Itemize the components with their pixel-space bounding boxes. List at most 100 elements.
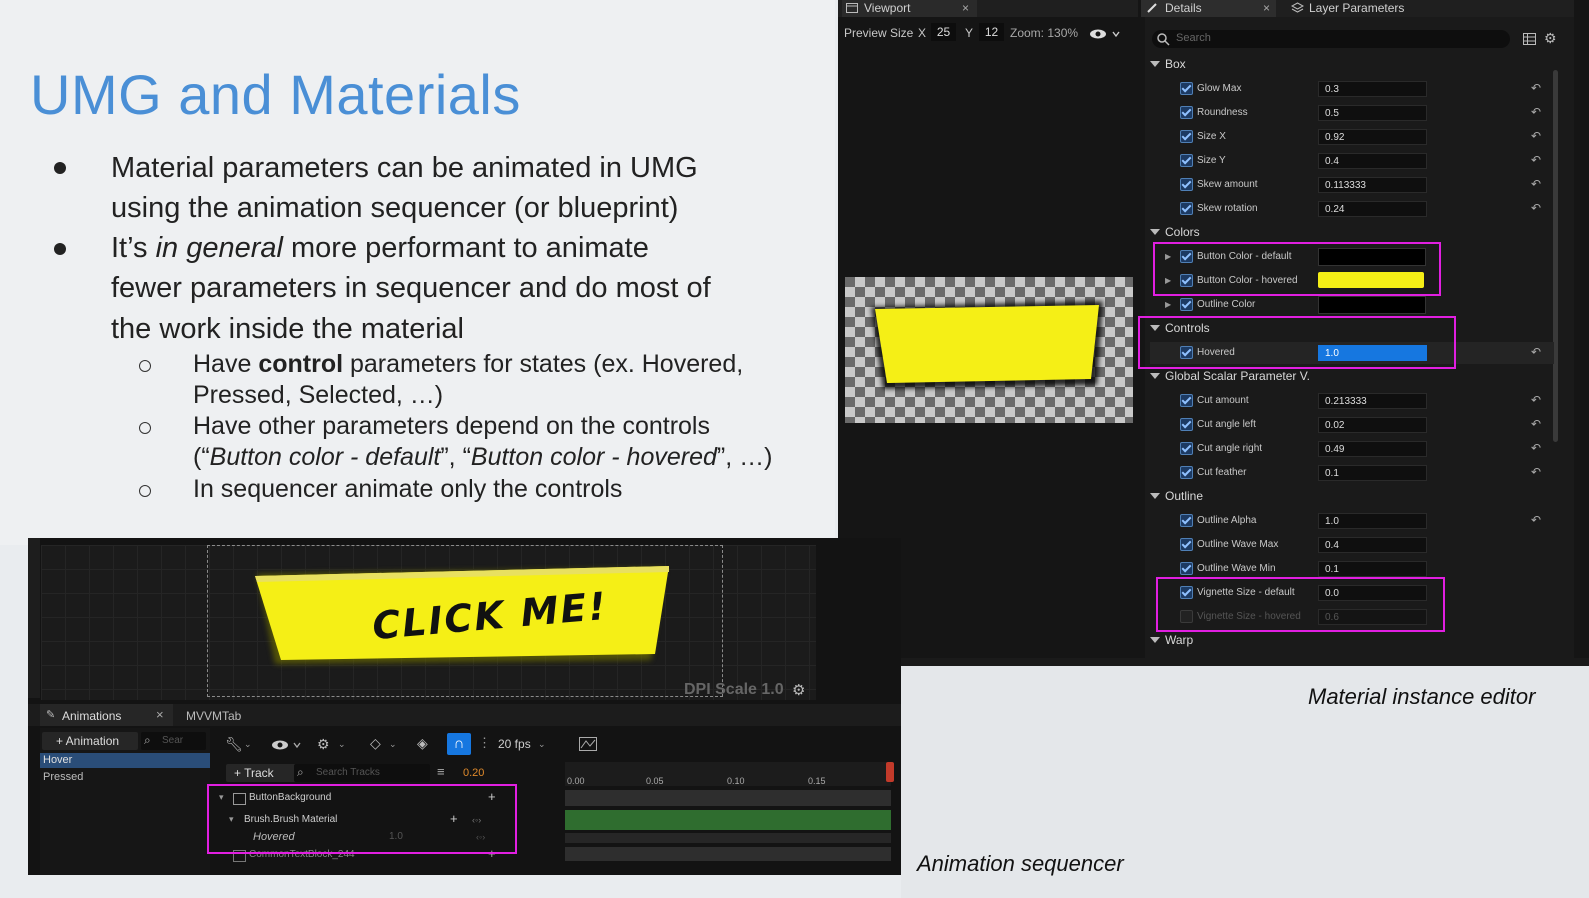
- param-value-input[interactable]: 0.02: [1318, 417, 1427, 433]
- reset-icon[interactable]: ↶: [1531, 465, 1541, 479]
- override-checkbox[interactable]: [1180, 562, 1193, 575]
- editor-status-strip: [901, 658, 1589, 666]
- current-time-readout[interactable]: 0.20: [463, 767, 484, 779]
- chevron-down-icon[interactable]: ⌄: [338, 739, 346, 750]
- override-checkbox[interactable]: [1180, 130, 1193, 143]
- reset-icon[interactable]: ↶: [1531, 201, 1541, 215]
- section-warp[interactable]: Warp: [1165, 633, 1193, 647]
- frame-rate-dropdown[interactable]: 20 fps: [498, 737, 531, 751]
- y-label: Y: [965, 26, 974, 40]
- reset-icon[interactable]: ↶: [1531, 393, 1541, 407]
- override-checkbox[interactable]: [1180, 82, 1193, 95]
- layer-parameters-tab[interactable]: Layer Parameters: [1309, 1, 1404, 15]
- transform-gear-icon[interactable]: ⚙: [317, 736, 330, 753]
- highlight-box: [1156, 577, 1445, 632]
- tab-details[interactable]: [1141, 0, 1276, 17]
- slide-panel: UMG and Materials Material parameters ca…: [0, 0, 835, 545]
- section-box[interactable]: Box: [1165, 57, 1186, 71]
- param-value-input[interactable]: 0.92: [1318, 129, 1427, 145]
- more-options-icon[interactable]: ⋮: [478, 735, 491, 751]
- reset-icon[interactable]: ↶: [1531, 417, 1541, 431]
- keyframe-diamond-icon[interactable]: ◇: [370, 735, 381, 752]
- param-value-input[interactable]: 0.213333: [1318, 393, 1427, 409]
- param-value-input[interactable]: 0.1: [1318, 465, 1427, 481]
- param-value-input[interactable]: 0.4: [1318, 537, 1427, 553]
- section-outline[interactable]: Outline: [1165, 489, 1203, 503]
- close-icon[interactable]: ×: [156, 707, 164, 722]
- chevron-down-icon[interactable]: [1150, 373, 1160, 379]
- tab-mvvm[interactable]: MVVMTab: [186, 709, 241, 723]
- param-name: Outline Wave Min: [1197, 563, 1276, 574]
- add-animation-button[interactable]: + Animation: [42, 732, 138, 750]
- override-checkbox[interactable]: [1180, 394, 1193, 407]
- search-icon: [1157, 33, 1170, 46]
- reset-icon[interactable]: ↶: [1531, 345, 1541, 359]
- animation-item-hover[interactable]: Hover: [43, 754, 72, 766]
- reset-icon[interactable]: ↶: [1531, 105, 1541, 119]
- chevron-down-icon[interactable]: ⌄: [244, 739, 252, 750]
- override-checkbox[interactable]: [1180, 298, 1193, 311]
- reset-icon[interactable]: ↶: [1531, 129, 1541, 143]
- playhead-marker[interactable]: [886, 762, 894, 782]
- chevron-down-icon[interactable]: ⌄: [389, 739, 397, 750]
- reset-icon[interactable]: ↶: [1531, 177, 1541, 191]
- close-icon[interactable]: ×: [1263, 1, 1270, 15]
- override-checkbox[interactable]: [1180, 154, 1193, 167]
- close-icon[interactable]: ×: [962, 1, 969, 15]
- chevron-down-icon[interactable]: [1150, 229, 1160, 235]
- reset-icon[interactable]: ↶: [1531, 513, 1541, 527]
- preview-y-input[interactable]: 12: [979, 23, 1004, 41]
- bullet-dot: [54, 162, 66, 174]
- override-checkbox[interactable]: [1180, 178, 1193, 191]
- reset-icon[interactable]: ↶: [1531, 81, 1541, 95]
- bullet-2-line-2: fewer parameters in sequencer and do mos…: [111, 272, 711, 304]
- param-value-input[interactable]: 0.113333: [1318, 177, 1427, 193]
- param-value-input[interactable]: 0.24: [1318, 201, 1427, 217]
- param-value-input[interactable]: 0.4: [1318, 153, 1427, 169]
- x-label: X: [918, 26, 927, 40]
- chevron-down-icon[interactable]: [1150, 637, 1160, 643]
- section-global-scalar[interactable]: Global Scalar Parameter V.: [1165, 369, 1310, 383]
- reset-icon[interactable]: ↶: [1531, 153, 1541, 167]
- override-checkbox[interactable]: [1180, 514, 1193, 527]
- chevron-down-icon[interactable]: [1150, 61, 1160, 67]
- chevron-down-icon[interactable]: ⌄: [538, 739, 546, 750]
- chevron-down-icon[interactable]: [1150, 493, 1160, 499]
- sub-bullet-1-line-1: Have control parameters for states (ex. …: [193, 350, 744, 378]
- override-checkbox[interactable]: [1180, 442, 1193, 455]
- dpi-settings-gear-icon[interactable]: ⚙: [792, 681, 805, 699]
- visibility-eye-icon[interactable]: [1089, 28, 1121, 40]
- reset-icon[interactable]: ↶: [1531, 441, 1541, 455]
- sub-bullet-circle: [139, 360, 151, 372]
- override-checkbox[interactable]: [1180, 202, 1193, 215]
- param-value-input[interactable]: 0.1: [1318, 561, 1427, 577]
- curve-editor-icon[interactable]: [579, 737, 597, 751]
- override-checkbox[interactable]: [1180, 106, 1193, 119]
- table-view-icon[interactable]: [1523, 33, 1536, 45]
- timeline-track-keyframes[interactable]: [565, 810, 891, 830]
- details-tab-label: Details: [1165, 1, 1202, 15]
- param-name: Size Y: [1197, 155, 1226, 166]
- visibility-eye-icon[interactable]: [271, 739, 301, 751]
- settings-gear-icon[interactable]: ⚙: [1544, 30, 1557, 47]
- filter-icon[interactable]: ≡: [437, 764, 445, 779]
- param-value-input[interactable]: 0.3: [1318, 81, 1427, 97]
- param-value-input[interactable]: 1.0: [1318, 513, 1427, 529]
- wrench-icon[interactable]: 🔧︎: [225, 736, 243, 753]
- snap-magnet-icon[interactable]: ∩: [447, 733, 471, 755]
- animation-item-pressed[interactable]: Pressed: [43, 771, 83, 783]
- timeline-track-row: [565, 847, 891, 861]
- param-value-input[interactable]: 0.5: [1318, 105, 1427, 121]
- section-colors[interactable]: Colors: [1165, 225, 1200, 239]
- details-scrollbar[interactable]: [1553, 70, 1558, 442]
- caption-material-editor: Material instance editor: [1308, 684, 1536, 709]
- material-preview: [845, 277, 1133, 423]
- override-checkbox[interactable]: [1180, 466, 1193, 479]
- param-value-input[interactable]: 0.49: [1318, 441, 1427, 457]
- color-swatch-outline[interactable]: [1318, 296, 1426, 314]
- override-checkbox[interactable]: [1180, 538, 1193, 551]
- preview-x-input[interactable]: 25: [931, 23, 956, 41]
- override-checkbox[interactable]: [1180, 418, 1193, 431]
- auto-key-icon[interactable]: ◈: [417, 735, 428, 752]
- expand-arrow-icon[interactable]: ▶: [1165, 300, 1171, 309]
